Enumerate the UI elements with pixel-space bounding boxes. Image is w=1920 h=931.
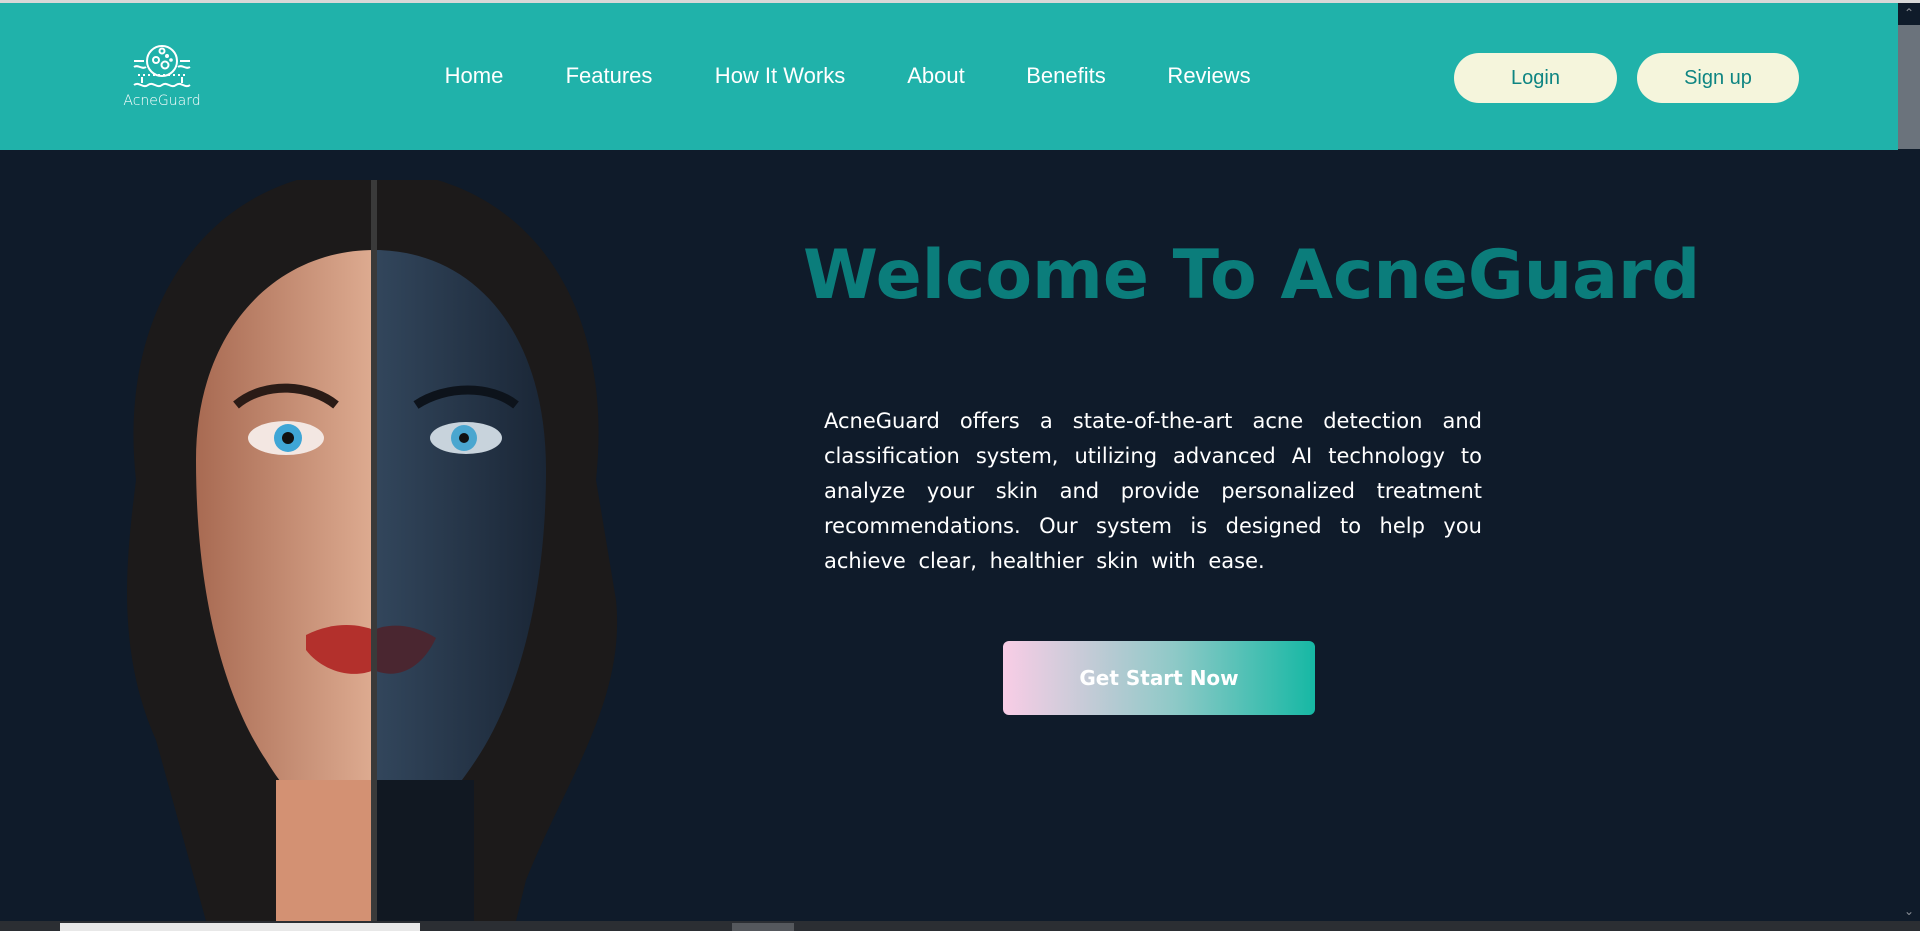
scroll-up-arrow-icon[interactable]: ⌃ <box>1898 3 1920 23</box>
nav-reviews[interactable]: Reviews <box>1167 63 1250 89</box>
nav-about[interactable]: About <box>907 63 965 89</box>
nav-benefits[interactable]: Benefits <box>1026 63 1106 89</box>
horizontal-scrollbar[interactable] <box>0 921 1920 931</box>
hero-title: Welcome To AcneGuard <box>803 236 1701 315</box>
hero-portrait-image <box>127 180 618 921</box>
site-header: AcneGuard Home Features How It Works Abo… <box>0 3 1898 150</box>
acne-skin-icon <box>133 45 191 88</box>
horizontal-scroll-thumb[interactable] <box>60 923 420 931</box>
signup-button[interactable]: Sign up <box>1637 53 1799 103</box>
get-started-button[interactable]: Get Start Now <box>1003 641 1315 715</box>
nav-how-it-works[interactable]: How It Works <box>715 63 845 89</box>
brand-name: AcneGuard <box>123 93 201 109</box>
nav-features[interactable]: Features <box>566 63 653 89</box>
vertical-scroll-thumb[interactable] <box>1898 25 1920 149</box>
horizontal-scroll-marker <box>732 923 794 931</box>
nav-home[interactable]: Home <box>445 63 504 89</box>
brand-logo[interactable]: AcneGuard <box>112 41 212 109</box>
scroll-down-arrow-icon[interactable]: ⌄ <box>1898 901 1920 921</box>
vertical-scrollbar[interactable]: ⌃ ⌄ <box>1898 3 1920 921</box>
login-button[interactable]: Login <box>1454 53 1617 103</box>
hero-description: AcneGuard offers a state-of-the-art acne… <box>824 409 1482 573</box>
